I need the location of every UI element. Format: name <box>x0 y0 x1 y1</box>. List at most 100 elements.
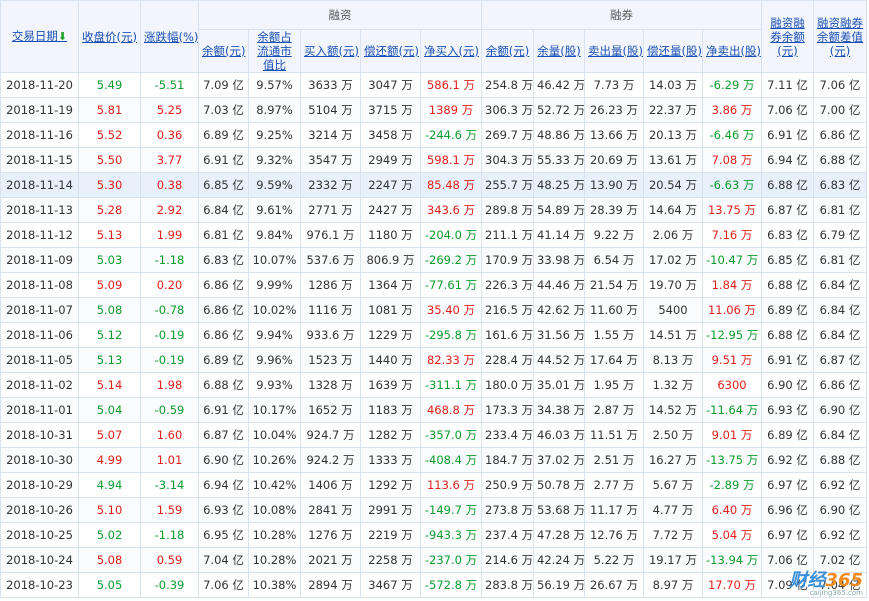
cell-diff: 7.06 亿 <box>813 72 867 98</box>
cell-buy: 1286 万 <box>300 272 361 298</box>
cell-chg: -0.19 <box>140 322 199 348</box>
cell-net: 598.1 万 <box>420 147 482 173</box>
cell-rq-repay: 17.02 万 <box>643 247 703 273</box>
cell-rq-vol: 42.62 万 <box>533 297 585 323</box>
cell-repay: 1081 万 <box>360 297 421 323</box>
cell-ratio: 10.28% <box>248 522 301 548</box>
col-header-rq-sell[interactable]: 卖出量(股) <box>584 29 644 73</box>
cell-sell: 28.39 万 <box>584 197 644 223</box>
cell-total: 6.93 亿 <box>761 397 814 423</box>
cell-close: 5.07 <box>78 422 141 448</box>
table-row: 2018-11-05 5.13 -0.19 6.89 亿 9.96% 1523 万 1440… <box>0 347 867 373</box>
cell-chg: 1.60 <box>140 422 199 448</box>
cell-net: 1389 万 <box>420 97 482 123</box>
col-header-date[interactable]: 交易日期⬇ <box>0 0 79 73</box>
cell-close: 5.08 <box>78 547 141 573</box>
col-header-rz-buy[interactable]: 买入额(元) <box>300 29 361 73</box>
col-header-balance-diff[interactable]: 融资融券余额差值(元) <box>813 0 867 73</box>
cell-net-sell: 1.84 万 <box>702 272 762 298</box>
table-row: 2018-10-23 5.05 -0.39 7.06 亿 10.38% 2894 万 346… <box>0 572 867 598</box>
cell-chg: 1.99 <box>140 222 199 248</box>
cell-ratio: 10.38% <box>248 572 301 598</box>
cell-date: 2018-10-24 <box>0 547 79 573</box>
cell-net: 82.33 万 <box>420 347 482 373</box>
cell-close: 5.09 <box>78 272 141 298</box>
col-header-change[interactable]: 涨跌幅(%) <box>140 0 199 73</box>
cell-rz-bal: 6.91 亿 <box>198 147 249 173</box>
cell-diff: 6.86 亿 <box>813 372 867 398</box>
col-header-rz-ratio[interactable]: 余额占流通市值比 <box>248 29 301 73</box>
cell-rq-repay: 14.52 万 <box>643 397 703 423</box>
cell-rq-repay: 19.17 万 <box>643 547 703 573</box>
cell-net: 113.6 万 <box>420 472 482 498</box>
col-header-rz-balance[interactable]: 余额(元) <box>198 29 249 73</box>
cell-rz-bal: 6.89 亿 <box>198 347 249 373</box>
cell-rq-vol: 37.02 万 <box>533 447 585 473</box>
cell-repay: 1292 万 <box>360 472 421 498</box>
cell-buy: 1406 万 <box>300 472 361 498</box>
cell-repay: 2991 万 <box>360 497 421 523</box>
cell-rz-bal: 6.87 亿 <box>198 422 249 448</box>
group-header-short-selling: 融券 <box>481 0 762 30</box>
table-row: 2018-10-29 4.94 -3.14 6.94 亿 10.42% 1406 万 129… <box>0 472 867 498</box>
cell-date: 2018-11-16 <box>0 122 79 148</box>
cell-total: 6.91 亿 <box>761 122 814 148</box>
cell-net: -237.0 万 <box>420 547 482 573</box>
cell-rq-repay: 20.13 万 <box>643 122 703 148</box>
cell-close: 5.05 <box>78 572 141 598</box>
cell-diff: 6.84 亿 <box>813 322 867 348</box>
col-header-rq-volume[interactable]: 余量(股) <box>533 29 585 73</box>
cell-net: -77.61 万 <box>420 272 482 298</box>
cell-date: 2018-10-30 <box>0 447 79 473</box>
cell-net-sell: -2.89 万 <box>702 472 762 498</box>
cell-net-sell: 7.08 万 <box>702 147 762 173</box>
table-row: 2018-10-24 5.08 0.59 7.04 亿 10.28% 2021 万 2258… <box>0 547 867 573</box>
cell-rq-repay: 14.51 万 <box>643 322 703 348</box>
cell-close: 4.94 <box>78 472 141 498</box>
cell-net-sell: -6.46 万 <box>702 122 762 148</box>
cell-diff: 6.84 亿 <box>813 422 867 448</box>
cell-ratio: 9.59% <box>248 172 301 198</box>
col-header-total-balance[interactable]: 融资融券余额(元) <box>761 0 814 73</box>
cell-diff: 6.90 亿 <box>813 397 867 423</box>
cell-sell: 12.76 万 <box>584 522 644 548</box>
cell-rq-bal: 211.1 万 <box>481 222 534 248</box>
cell-net-sell: 13.75 万 <box>702 197 762 223</box>
cell-close: 5.13 <box>78 222 141 248</box>
cell-diff: 6.88 亿 <box>813 447 867 473</box>
margin-trading-page: 交易日期⬇ 收盘价(元) 涨跌幅(%) 融资 融券 融资融券余额(元) 融资融券… <box>0 0 869 601</box>
cell-chg: 0.20 <box>140 272 199 298</box>
table-row: 2018-11-20 5.49 -5.51 7.09 亿 9.57% 3633 万 3047… <box>0 72 867 98</box>
col-header-rq-balance[interactable]: 余额(元) <box>481 29 534 73</box>
table-row: 2018-10-25 5.02 -1.18 6.95 亿 10.28% 1276 万 221… <box>0 522 867 548</box>
cell-rz-bal: 6.89 亿 <box>198 122 249 148</box>
col-header-rq-repay[interactable]: 偿还量(股) <box>643 29 703 73</box>
cell-repay: 1333 万 <box>360 447 421 473</box>
down-arrow-icon[interactable]: ⬇ <box>58 30 67 43</box>
cell-rq-bal: 216.5 万 <box>481 297 534 323</box>
cell-rq-vol: 46.03 万 <box>533 422 585 448</box>
cell-rq-vol: 48.86 万 <box>533 122 585 148</box>
cell-buy: 1652 万 <box>300 397 361 423</box>
cell-net-sell: 9.01 万 <box>702 422 762 448</box>
cell-net: 343.6 万 <box>420 197 482 223</box>
cell-ratio: 9.61% <box>248 197 301 223</box>
cell-diff: 6.92 亿 <box>813 522 867 548</box>
cell-sell: 1.55 万 <box>584 322 644 348</box>
col-header-rq-net-sell[interactable]: 净卖出(股) <box>702 29 762 73</box>
cell-buy: 1523 万 <box>300 347 361 373</box>
col-header-rz-repay[interactable]: 偿还额(元) <box>360 29 421 73</box>
cell-net: -311.1 万 <box>420 372 482 398</box>
cell-net: -244.6 万 <box>420 122 482 148</box>
cell-ratio: 9.57% <box>248 72 301 98</box>
cell-rq-bal: 228.4 万 <box>481 347 534 373</box>
col-header-close[interactable]: 收盘价(元) <box>78 0 141 73</box>
cell-total: 6.85 亿 <box>761 247 814 273</box>
cell-ratio: 9.99% <box>248 272 301 298</box>
table-row: 2018-11-07 5.08 -0.78 6.86 亿 10.02% 1116 万 108… <box>0 297 867 323</box>
cell-chg: 1.59 <box>140 497 199 523</box>
col-header-rz-net-buy[interactable]: 净买入(元) <box>420 29 482 73</box>
cell-buy: 2021 万 <box>300 547 361 573</box>
cell-rq-bal: 283.8 万 <box>481 572 534 598</box>
cell-rz-bal: 6.88 亿 <box>198 372 249 398</box>
